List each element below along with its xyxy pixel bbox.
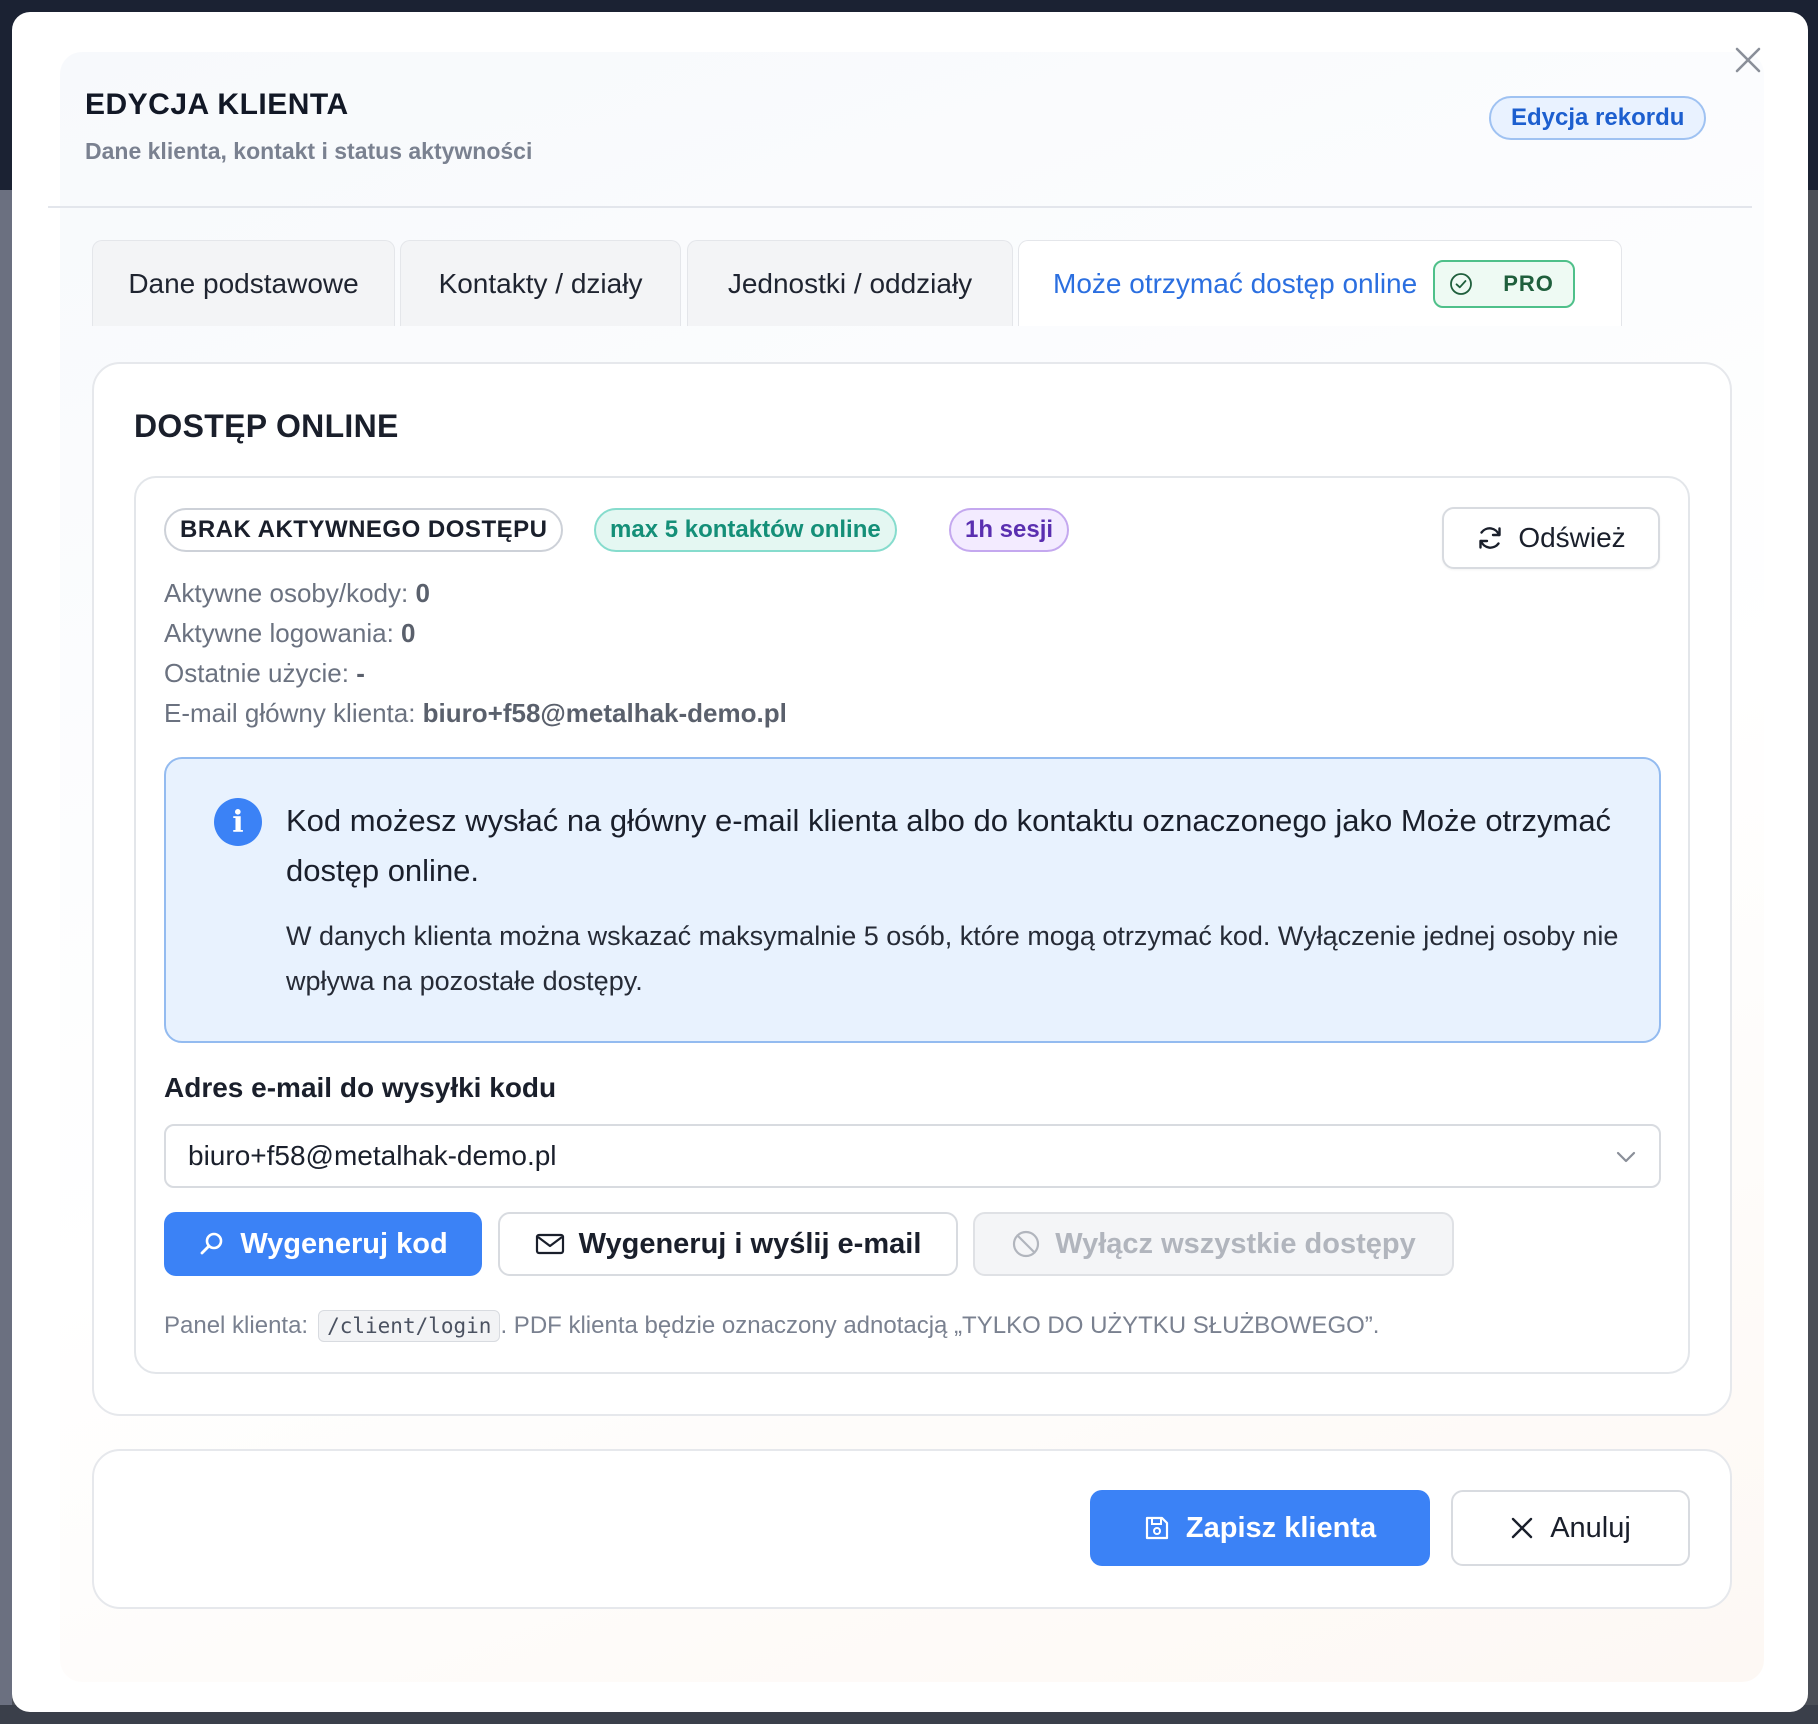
- pro-badge-label: PRO: [1503, 270, 1554, 296]
- block-icon: [1013, 1230, 1040, 1258]
- email-recipient-select[interactable]: biuro+f58@metalhak-demo.pl: [164, 1124, 1661, 1188]
- cancel-button[interactable]: Anuluj: [1451, 1490, 1690, 1566]
- info-icon: i: [214, 798, 262, 846]
- record-mode-badge: Edycja rekordu: [1489, 96, 1707, 140]
- close-button[interactable]: [1728, 40, 1768, 80]
- tab-basic-data[interactable]: Dane podstawowe: [92, 240, 395, 326]
- tab-online-access-label: Może otrzymać dostęp online: [1053, 267, 1418, 299]
- save-icon: [1145, 1516, 1169, 1540]
- save-client-button[interactable]: Zapisz klienta: [1090, 1490, 1430, 1566]
- page-backdrop-strip: [0, 190, 12, 1724]
- client-login-path: /client/login: [318, 1310, 501, 1342]
- refresh-icon: [1479, 527, 1502, 549]
- modal-title: EDYCJA KLIENTA: [85, 88, 349, 121]
- footnote-suffix: . PDF klienta będzie oznaczony adnotacją…: [500, 1312, 1380, 1339]
- stat-active-codes: Aktywne osoby/kody: 0: [164, 578, 430, 609]
- session-length-badge: 1h sesji: [949, 508, 1070, 552]
- close-icon: [1511, 1517, 1533, 1539]
- access-status-badge: BRAK AKTYWNEGO DOSTĘPU: [164, 508, 564, 552]
- generate-code-button[interactable]: Wygeneruj kod: [164, 1212, 482, 1276]
- chevron-down-icon: [1616, 1151, 1636, 1163]
- contacts-limit-badge: max 5 kontaktów online: [594, 508, 897, 552]
- save-client-label: Zapisz klienta: [1185, 1511, 1377, 1544]
- info-secondary-text: W danych klienta można wskazać maksymaln…: [286, 921, 1619, 996]
- stat-value: -: [356, 658, 365, 688]
- tab-contacts[interactable]: Kontakty / działy: [400, 240, 681, 326]
- stat-last-use: Ostatnie użycie: -: [164, 658, 365, 689]
- close-icon: [1735, 47, 1761, 73]
- modal-subtitle: Dane klienta, kontakt i status aktywnośc…: [85, 138, 533, 164]
- check-circle-icon: [1450, 272, 1473, 295]
- stat-label: E-mail główny klienta:: [164, 698, 416, 728]
- client-panel-note: Panel klienta: /client/login . PDF klien…: [164, 1310, 1379, 1342]
- section-title: DOSTĘP ONLINE: [134, 408, 399, 444]
- header-divider: [48, 206, 1752, 208]
- stat-label: Aktywne osoby/kody:: [164, 578, 409, 608]
- search-icon: [200, 1232, 223, 1255]
- generate-and-send-button[interactable]: Wygeneruj i wyślij e-mail: [498, 1212, 958, 1276]
- info-main-text: Kod możesz wysłać na główny e-mail klien…: [286, 803, 1612, 888]
- email-select-value: biuro+f58@metalhak-demo.pl: [188, 1140, 557, 1171]
- refresh-label: Odśwież: [1518, 522, 1626, 553]
- stat-label: Ostatnie użycie:: [164, 658, 349, 688]
- tab-online-access[interactable]: Może otrzymać dostęp online PRO: [1018, 240, 1622, 326]
- stat-label: Aktywne logowania:: [164, 618, 394, 648]
- pro-badge: PRO: [1433, 259, 1576, 308]
- stat-value: biuro+f58@metalhak-demo.pl: [422, 698, 787, 728]
- stat-value: 0: [401, 618, 416, 648]
- refresh-button[interactable]: Odśwież: [1442, 507, 1660, 569]
- footnote-prefix: Panel klienta:: [164, 1312, 309, 1339]
- stat-primary-email: E-mail główny klienta: biuro+f58@metalha…: [164, 698, 787, 729]
- generate-code-label: Wygeneruj kod: [240, 1227, 448, 1260]
- stat-active-logins: Aktywne logowania: 0: [164, 618, 416, 649]
- stat-value: 0: [415, 578, 430, 608]
- cancel-label: Anuluj: [1550, 1511, 1631, 1544]
- tab-units[interactable]: Jednostki / oddziały: [687, 240, 1013, 326]
- disable-all-access-button[interactable]: Wyłącz wszystkie dostępy: [973, 1212, 1454, 1276]
- generate-and-send-label: Wygeneruj i wyślij e-mail: [578, 1227, 922, 1260]
- email-field-label: Adres e-mail do wysyłki kodu: [164, 1072, 557, 1103]
- mail-icon: [535, 1233, 564, 1255]
- disable-all-access-label: Wyłącz wszystkie dostępy: [1055, 1227, 1416, 1260]
